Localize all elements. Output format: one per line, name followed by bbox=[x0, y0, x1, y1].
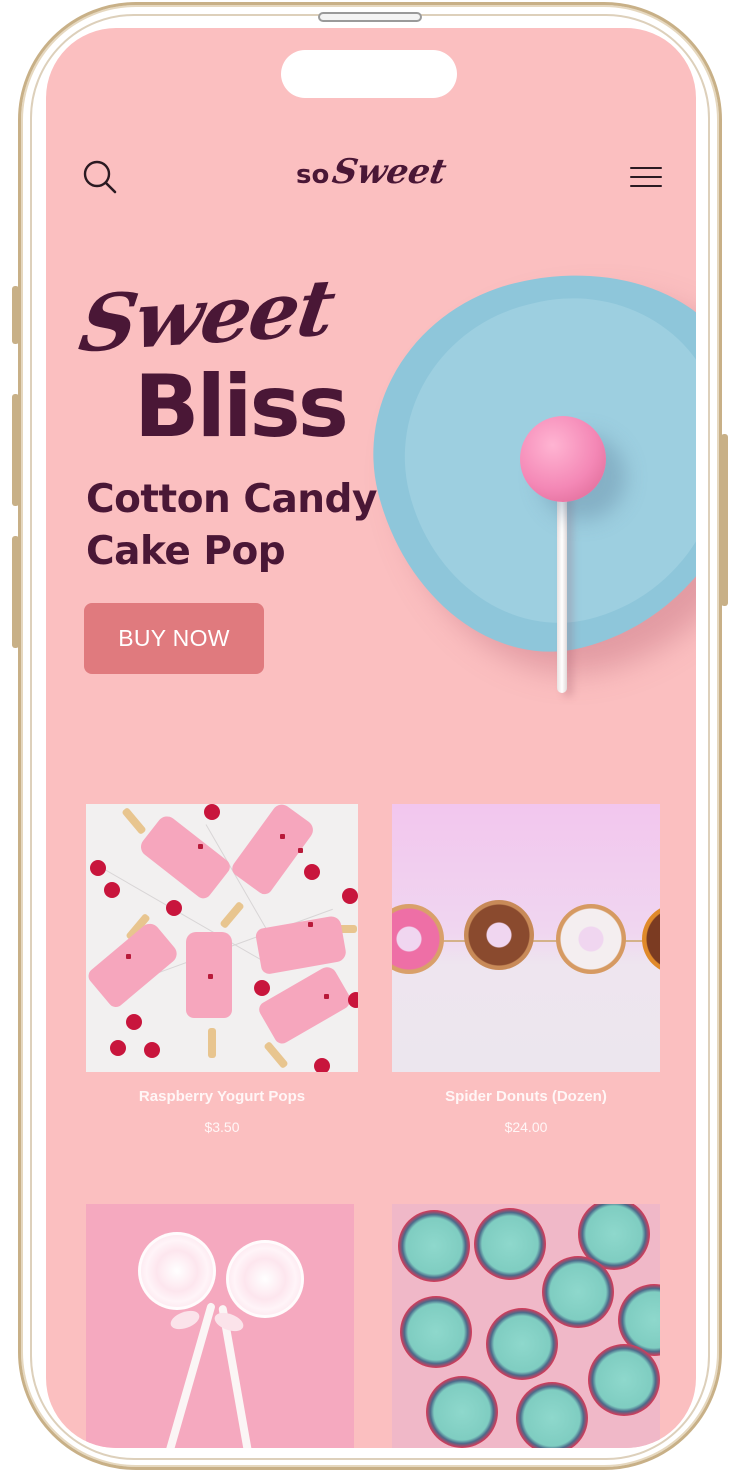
product-image-popsicles[interactable] bbox=[86, 804, 358, 1072]
product-card[interactable]: Spider Donuts (Dozen) $24.00 bbox=[392, 804, 660, 1144]
buy-now-button[interactable]: BUY NOW bbox=[84, 603, 264, 674]
product-name[interactable]: Raspberry Yogurt Pops bbox=[86, 1088, 358, 1105]
product-card[interactable] bbox=[86, 1204, 354, 1448]
search-icon bbox=[83, 160, 117, 193]
product-image-lollipops[interactable] bbox=[86, 1204, 354, 1448]
product-price: $24.00 bbox=[504, 1119, 548, 1135]
power-button bbox=[721, 434, 728, 606]
silent-switch bbox=[12, 286, 19, 344]
product-card[interactable]: Raspberry Yogurt Pops $3.50 bbox=[86, 804, 358, 1144]
hero-bold-word: Bliss bbox=[134, 357, 349, 457]
speaker-slot bbox=[318, 12, 422, 22]
product-card[interactable] bbox=[392, 1204, 660, 1448]
volume-up-button bbox=[12, 394, 19, 506]
product-image-cupcakes[interactable] bbox=[392, 1204, 660, 1448]
search-button[interactable] bbox=[80, 158, 120, 198]
hamburger-menu-icon bbox=[630, 167, 662, 169]
hero-product-title: Cotton Candy Cake Pop bbox=[86, 477, 377, 574]
logo-script: Sweet bbox=[329, 152, 450, 192]
brand-logo[interactable]: so Sweet bbox=[296, 152, 450, 200]
dynamic-island bbox=[281, 50, 457, 98]
menu-button[interactable] bbox=[626, 160, 666, 194]
product-price: $3.50 bbox=[204, 1119, 240, 1135]
product-name[interactable]: Spider Donuts (Dozen) bbox=[392, 1088, 660, 1105]
hero-script-word: Sweet bbox=[74, 262, 339, 371]
logo-prefix: so bbox=[296, 160, 330, 190]
cake-pop-image bbox=[520, 416, 606, 502]
app-screen: so Sweet Sweet Bliss Cotton Candy Cake P… bbox=[46, 28, 696, 1448]
volume-down-button bbox=[12, 536, 19, 648]
product-image-donuts[interactable] bbox=[392, 804, 660, 1072]
